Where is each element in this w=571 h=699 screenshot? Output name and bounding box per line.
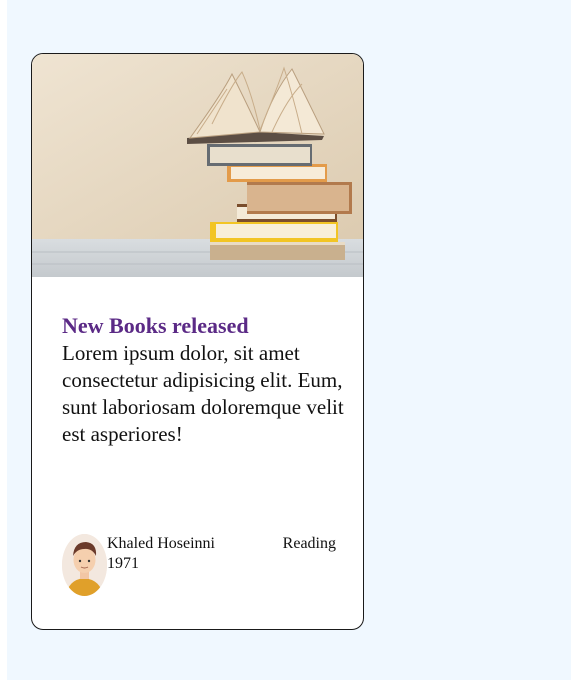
author-name: Khaled Hoseinni bbox=[107, 535, 215, 552]
book-card[interactable]: New Books released Lorem ipsum dolor, si… bbox=[31, 53, 364, 630]
reading-status[interactable]: Reading bbox=[283, 534, 336, 554]
books-stack-image bbox=[32, 54, 363, 277]
avatar-icon bbox=[62, 534, 107, 596]
author-row: Khaled Hoseinni 1971 Reading bbox=[62, 534, 337, 596]
card-title: New Books released bbox=[62, 313, 249, 338]
author-year: 1971 bbox=[107, 555, 139, 572]
card-description: Lorem ipsum dolor, sit amet consectetur … bbox=[62, 341, 344, 446]
